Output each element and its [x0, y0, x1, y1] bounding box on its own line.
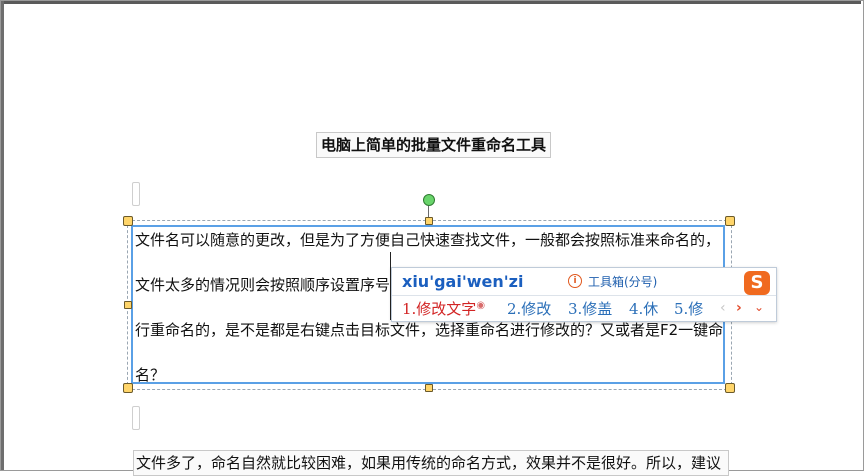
resize-handle-bottom-left[interactable] [123, 383, 133, 393]
resize-handle-bottom[interactable] [425, 384, 433, 392]
eye-icon: ◉ [476, 300, 486, 311]
chevron-left-icon[interactable]: ‹ [720, 300, 726, 316]
sogou-logo-icon[interactable]: S [744, 271, 770, 295]
ime-candidate[interactable]: 3.修盖 [568, 298, 612, 319]
chevron-down-icon[interactable]: ⌄ [754, 300, 764, 314]
paragraph-marker [132, 406, 140, 430]
textbox-line[interactable]: 行重命名的，是不是都是右键点击目标文件，选择重命名进行修改的？又或者是F2一键命 [135, 319, 723, 340]
resize-handle-left[interactable] [124, 301, 132, 309]
body-paragraph[interactable]: 文件多了，命名自然就比较困难，如果用传统的命名方式，效果并不是很好。所以，建议 [133, 450, 729, 476]
info-circle-icon[interactable]: i [568, 274, 582, 288]
ime-candidate[interactable]: 5.修 [674, 298, 703, 319]
ime-pinyin-input[interactable]: xiu'gai'wen'zi [402, 272, 523, 291]
editor-left-edge [1, 1, 4, 470]
textbox-line[interactable]: 名？ [135, 364, 165, 385]
resize-handle-top-right[interactable] [725, 216, 735, 226]
ime-candidate-window[interactable]: xiu'gai'wen'zi i 工具箱(分号) S 1.修改文字◉ 2.修改 … [391, 267, 777, 322]
ime-candidate[interactable]: 1.修改文字◉ [402, 298, 485, 319]
paragraph-marker [132, 182, 140, 206]
ime-candidate[interactable]: 4.休 [629, 298, 658, 319]
ime-candidate-row: 1.修改文字◉ 2.修改 3.修盖 4.休 5.修 ‹ › ⌄ [392, 298, 776, 320]
ime-toolbox-button[interactable]: 工具箱(分号) [588, 273, 657, 290]
document-title[interactable]: 电脑上简单的批量文件重命名工具 [316, 132, 552, 158]
textbox-line[interactable]: 文件名可以随意的更改，但是为了方便自己快速查找文件，一般都会按照标准来命名的， [135, 229, 720, 250]
chevron-right-icon[interactable]: › [736, 300, 742, 316]
ime-candidate[interactable]: 2.修改 [507, 298, 551, 319]
rotation-handle[interactable] [423, 194, 435, 206]
textbox-line[interactable]: 文件太多的情况则会按照顺序设置序号 [135, 274, 390, 295]
resize-handle-top[interactable] [425, 217, 433, 225]
resize-handle-top-left[interactable] [123, 216, 133, 226]
resize-handle-bottom-right[interactable] [725, 383, 735, 393]
ime-composition-bar: xiu'gai'wen'zi i 工具箱(分号) S [392, 268, 776, 296]
editor-top-edge [1, 1, 861, 4]
